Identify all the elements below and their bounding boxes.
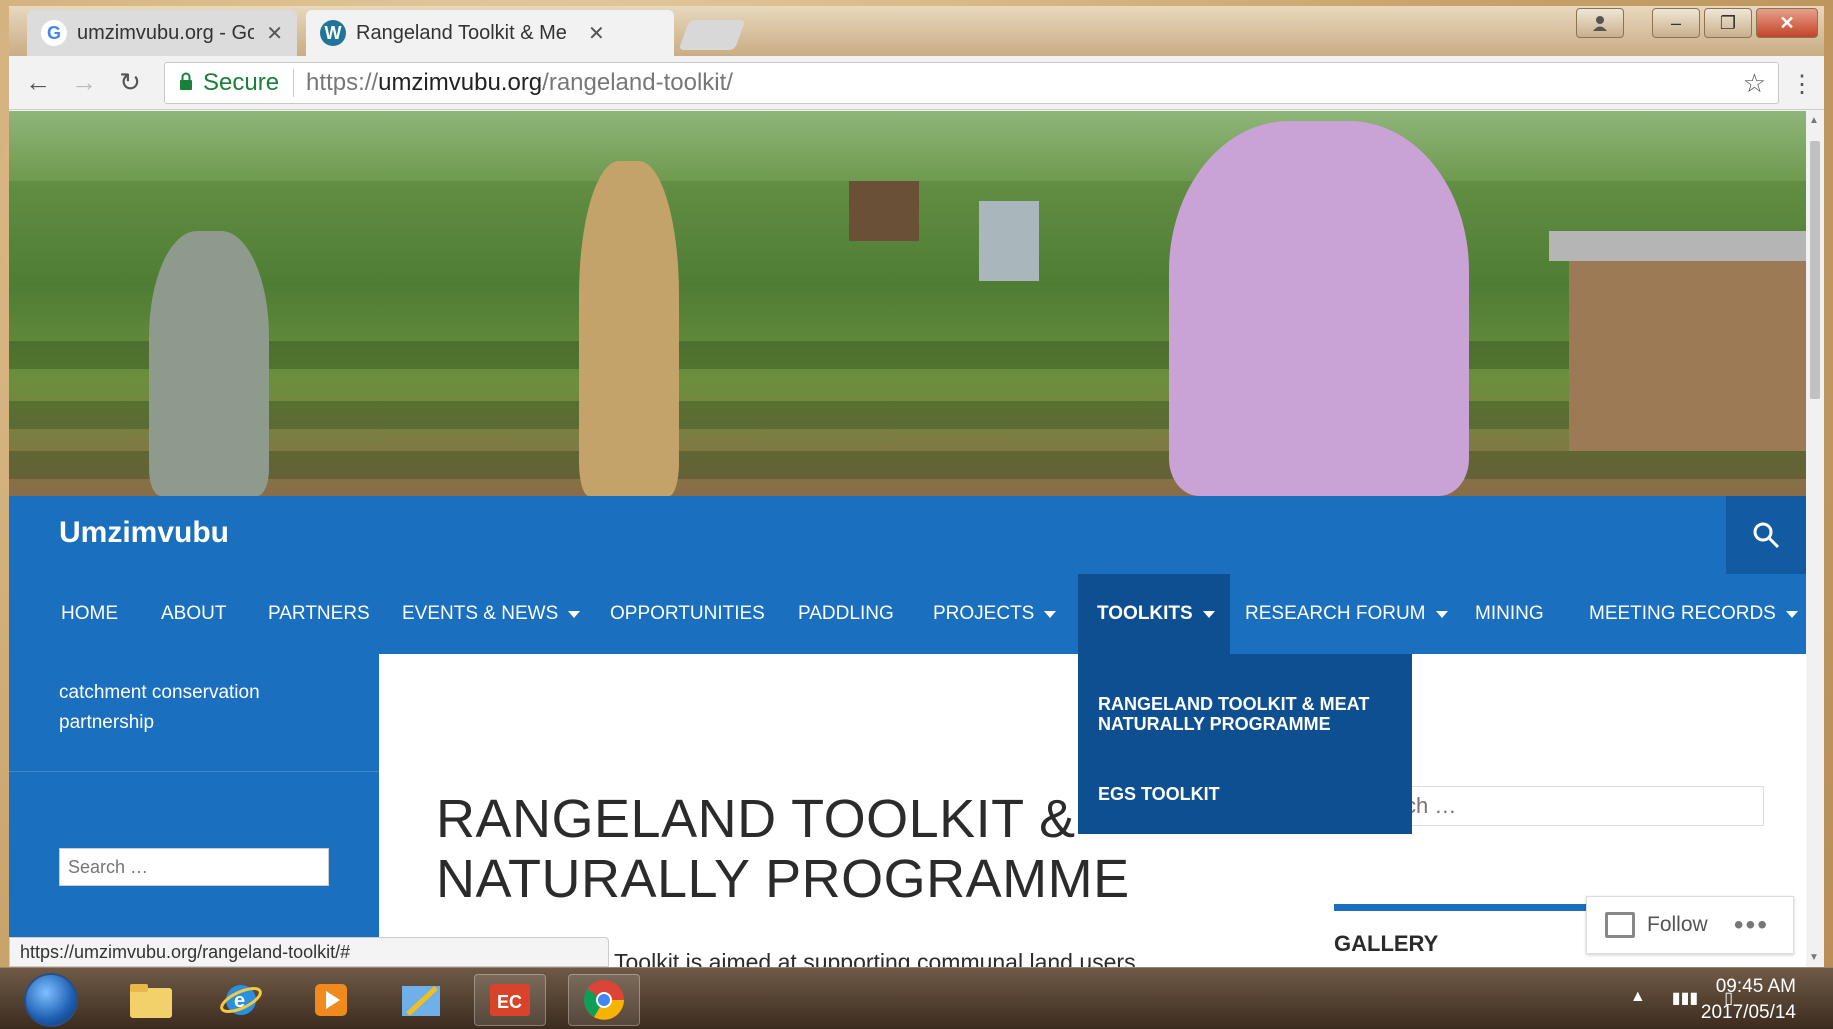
page-scrollbar[interactable]: ▲ ▼ — [1806, 111, 1824, 967]
paint-app-icon[interactable] — [385, 974, 457, 1026]
taskbar-clock[interactable]: 09:45 AM 2017/05/14 — [1701, 974, 1796, 1026]
wordpress-icon: W — [320, 20, 346, 46]
nav-partners[interactable]: PARTNERS — [268, 574, 370, 654]
sidebar-search-input[interactable] — [59, 848, 329, 886]
back-icon[interactable]: ← — [15, 63, 61, 103]
widget-accent-bar — [1334, 904, 1604, 911]
browser-window: G umzimvubu.org - Google ✕ W Rangeland T… — [9, 6, 1824, 967]
secure-label: Secure — [203, 69, 295, 97]
browser-menu-icon[interactable]: ⋮ — [1790, 70, 1814, 99]
scroll-down-icon: ▼ — [1809, 952, 1819, 963]
primary-nav: HOME ABOUT PARTNERS EVENTS & NEWS OPPORT… — [9, 574, 1806, 654]
url-path: /rangeland-toolkit/ — [542, 69, 733, 96]
bookmark-star-icon[interactable]: ☆ — [1743, 68, 1766, 99]
window-controls: – ❐ ✕ — [1576, 8, 1818, 38]
svg-text:e: e — [234, 990, 245, 1012]
nav-home[interactable]: HOME — [61, 574, 118, 654]
windows-taskbar: e EC ▲ ▮▮▮ ▯ 09:45 AM 2017/05/14 — [0, 967, 1833, 1029]
google-icon: G — [41, 20, 67, 46]
close-icon[interactable]: ✕ — [266, 21, 283, 46]
nav-mining[interactable]: MINING — [1475, 574, 1544, 654]
network-signal-icon[interactable]: ▮▮▮ — [1672, 988, 1698, 1008]
caret-down-icon — [1044, 610, 1057, 618]
caret-down-icon — [568, 610, 581, 618]
chrome-icon[interactable] — [568, 974, 640, 1026]
media-player-icon[interactable] — [295, 974, 367, 1026]
address-bar[interactable]: Secure https://umzimvubu.org/rangeland-t… — [164, 62, 1779, 104]
tab-rangeland-toolkit[interactable]: W Rangeland Toolkit & Me ✕ — [306, 10, 674, 56]
new-tab-button[interactable] — [678, 20, 746, 50]
header-photo — [9, 111, 1806, 496]
forward-icon[interactable]: → — [61, 63, 107, 103]
status-bar-url: https://umzimvubu.org/rangeland-toolkit/… — [9, 937, 609, 967]
site-tagline: catchment conservation partnership — [59, 682, 260, 733]
dropdown-item-rangeland-toolkit[interactable]: RANGELAND TOOLKIT & MEAT NATURALLY PROGR… — [1098, 694, 1398, 734]
scroll-up-icon: ▲ — [1809, 115, 1819, 126]
follow-button[interactable]: Follow — [1647, 913, 1708, 937]
close-icon[interactable]: ✕ — [588, 21, 605, 46]
reader-follow-icon — [1605, 912, 1635, 938]
dropdown-item-egs-toolkit[interactable]: EGS TOOLKIT — [1098, 784, 1398, 804]
intro-text: Toolkit is aimed at supporting communal … — [614, 949, 1136, 967]
page-viewport: Umzimvubu HOME ABOUT PARTNERS EVENTS & N… — [9, 111, 1806, 967]
tab-google-search[interactable]: G umzimvubu.org - Google ✕ — [27, 10, 297, 56]
more-options-icon[interactable]: ••• — [1734, 909, 1769, 941]
file-explorer-icon[interactable] — [115, 974, 187, 1026]
tab-strip: G umzimvubu.org - Google ✕ W Rangeland T… — [9, 6, 1824, 56]
user-profile-icon[interactable] — [1576, 8, 1624, 38]
show-hidden-icons[interactable]: ▲ — [1630, 988, 1646, 1008]
follow-widget: Follow ••• — [1586, 896, 1794, 954]
caret-down-icon — [1435, 610, 1448, 618]
right-search-input[interactable] — [1394, 786, 1764, 826]
gallery-title: GALLERY — [1334, 931, 1439, 956]
tab-title: umzimvubu.org - Google — [77, 21, 255, 44]
nav-opportunities[interactable]: OPPORTUNITIES — [610, 574, 765, 654]
tab-title: Rangeland Toolkit & Me — [356, 21, 567, 44]
scroll-thumb[interactable] — [1810, 141, 1820, 399]
caret-down-icon — [1202, 610, 1215, 618]
site-title[interactable]: Umzimvubu — [59, 516, 229, 550]
browser-toolbar: ← → ↻ Secure https://umzimvubu.org/range… — [9, 56, 1824, 110]
nav-about[interactable]: ABOUT — [161, 574, 226, 654]
divider — [9, 771, 379, 772]
close-window-button[interactable]: ✕ — [1756, 8, 1818, 38]
nav-projects[interactable]: PROJECTS — [933, 574, 1057, 654]
page-title: RANGELAND TOOLKIT & NATURALLY PROGRAMME — [436, 789, 1130, 909]
svg-text:EC: EC — [497, 992, 522, 1012]
internet-explorer-icon[interactable]: e — [205, 974, 277, 1026]
lock-icon — [179, 72, 193, 95]
url-host: umzimvubu.org — [378, 69, 543, 96]
search-icon[interactable] — [1726, 496, 1806, 574]
nav-research-forum[interactable]: RESEARCH FORUM — [1245, 574, 1448, 654]
caret-down-icon — [1785, 610, 1798, 618]
minimize-button[interactable]: – — [1652, 8, 1700, 38]
site-header: Umzimvubu — [9, 496, 1806, 574]
reload-icon[interactable]: ↻ — [107, 63, 153, 103]
nav-toolkits[interactable]: TOOLKITS — [1078, 574, 1230, 654]
nav-meeting-records[interactable]: MEETING RECORDS — [1589, 574, 1798, 654]
left-sidebar: catchment conservation partnership — [9, 654, 379, 967]
toolkits-dropdown: RANGELAND TOOLKIT & MEAT NATURALLY PROGR… — [1078, 654, 1412, 834]
maximize-button[interactable]: ❐ — [1704, 8, 1752, 38]
url-protocol: https:// — [306, 69, 379, 96]
start-button[interactable] — [24, 973, 78, 1027]
nav-events-news[interactable]: EVENTS & NEWS — [402, 574, 581, 654]
nav-paddling[interactable]: PADDLING — [798, 574, 894, 654]
reader-app-icon[interactable]: EC — [474, 974, 546, 1026]
